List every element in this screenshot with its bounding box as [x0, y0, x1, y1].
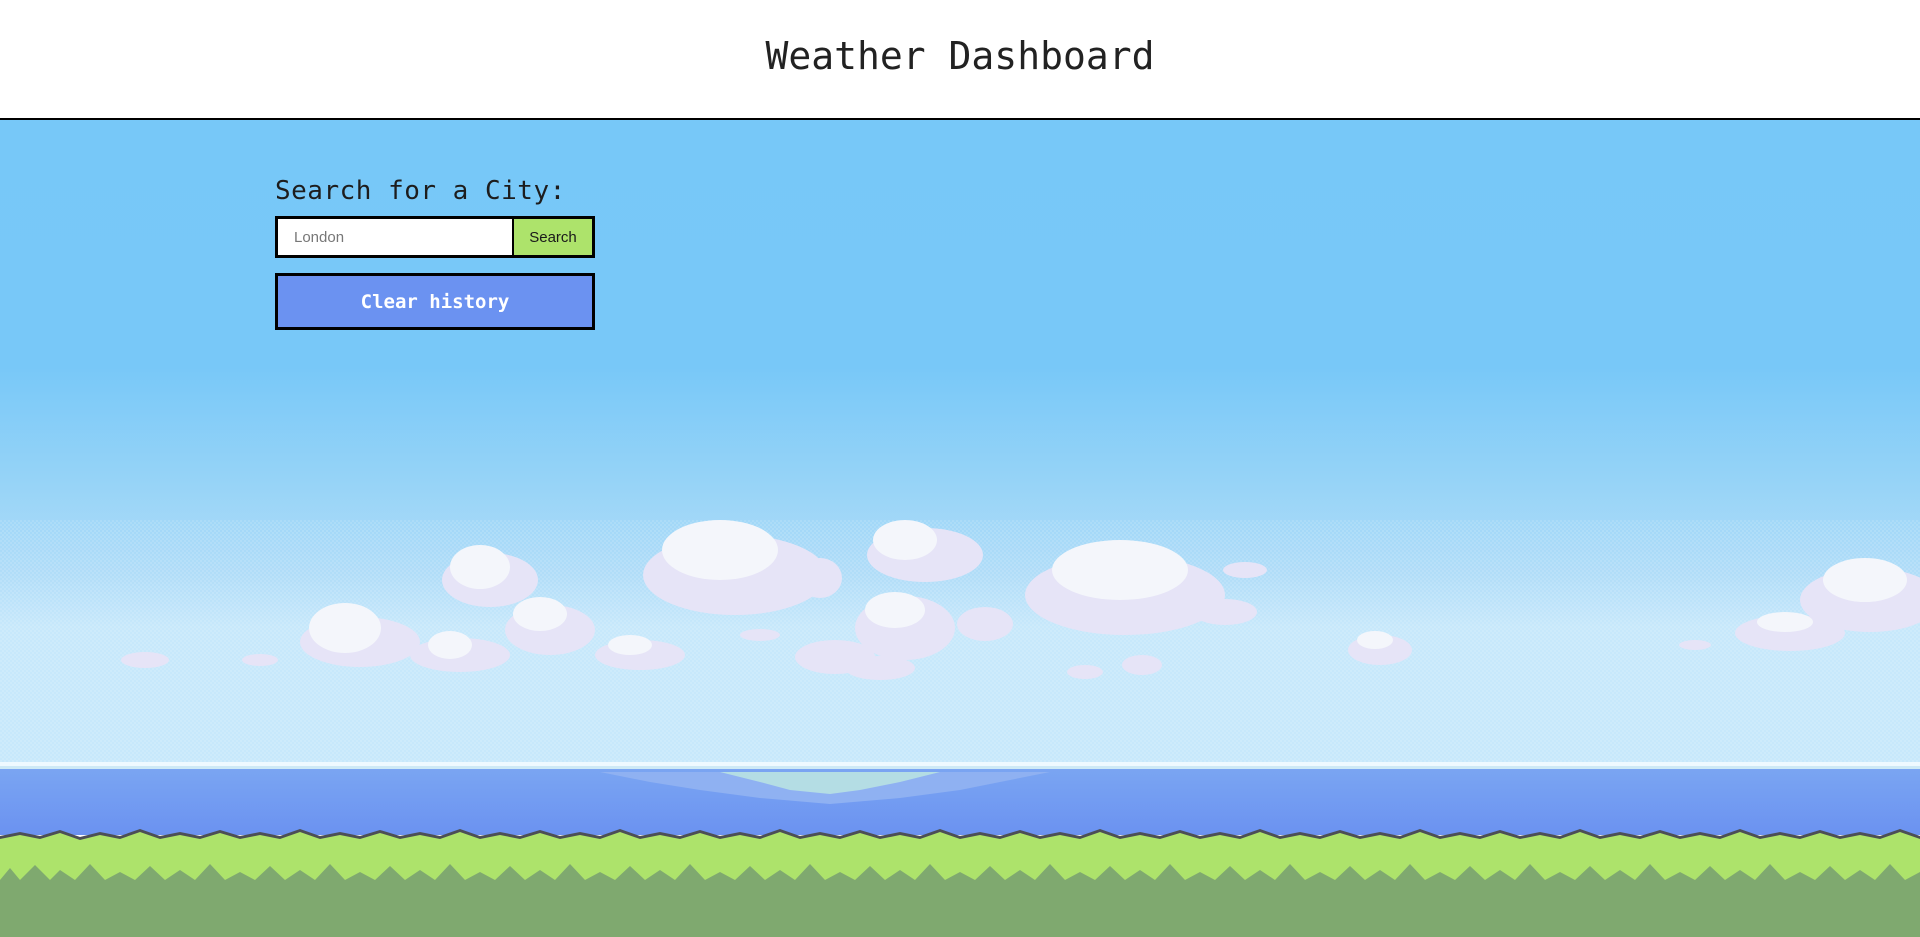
city-search-input[interactable]: [278, 219, 514, 255]
search-panel: Search for a City: Search Clear history: [275, 176, 595, 330]
search-button[interactable]: Search: [514, 219, 592, 255]
search-form: Search: [275, 216, 595, 258]
grass: [0, 829, 1920, 937]
page-header: Weather Dashboard: [0, 0, 1920, 120]
clear-history-button[interactable]: Clear history: [275, 273, 595, 330]
page-title: Weather Dashboard: [765, 34, 1155, 78]
search-label: Search for a City:: [275, 176, 566, 206]
